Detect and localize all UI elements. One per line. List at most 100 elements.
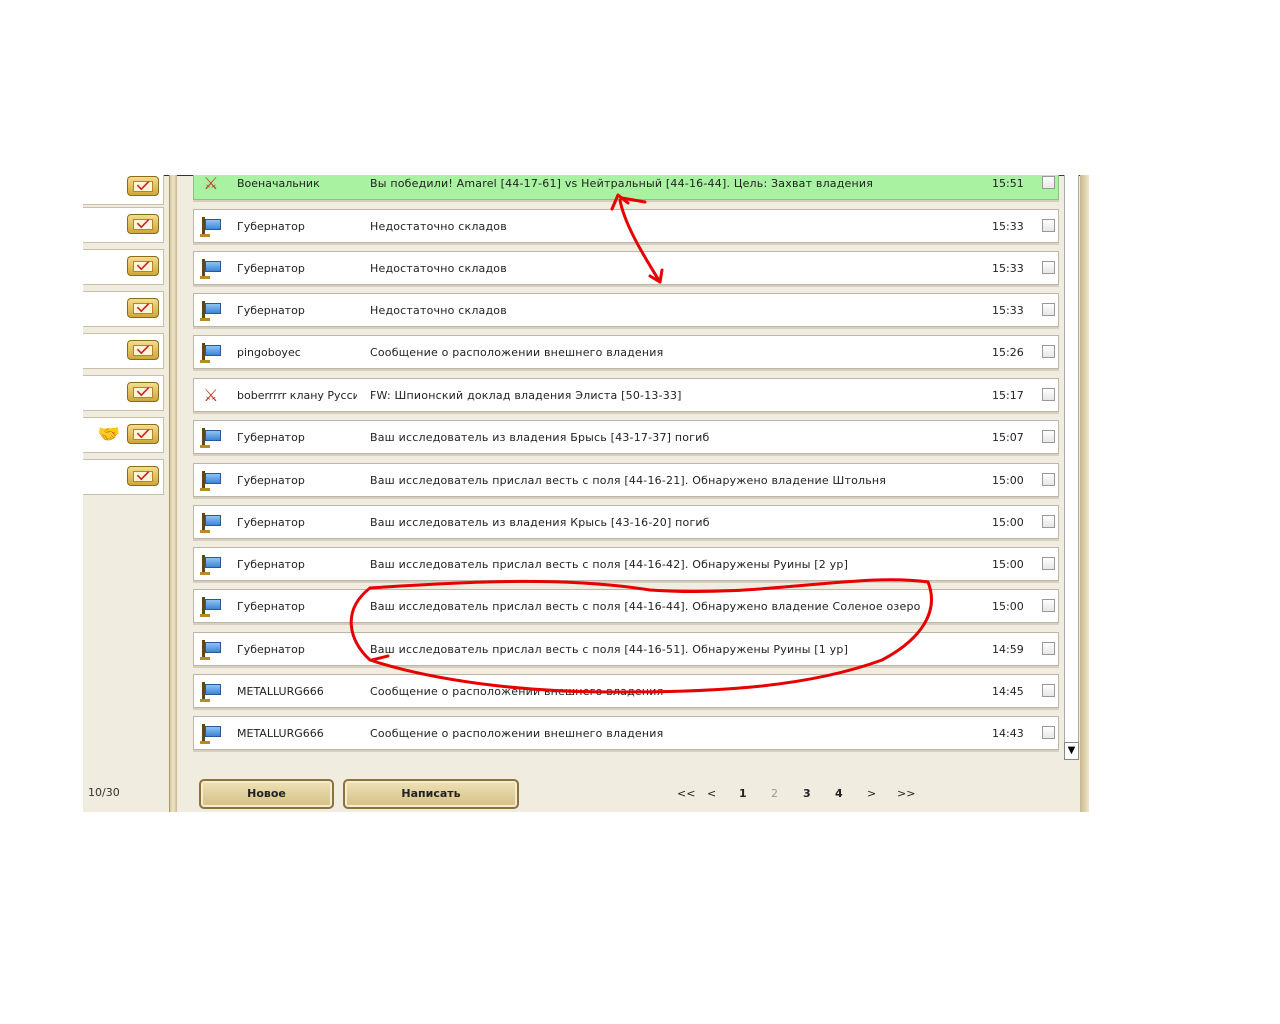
message-checkbox[interactable] [1042,684,1055,697]
left-panel-row [83,175,164,205]
message-sender: pingoboyec [237,346,301,359]
message-sender: Губернатор [237,600,305,613]
message-subject[interactable]: Сообщение о расположении внешнего владен… [370,346,663,359]
envelope-icon[interactable] [127,466,159,486]
left-panel-row [83,291,164,327]
message-checkbox[interactable] [1042,515,1055,528]
message-sender: boberrrrr клану Русси [237,389,357,402]
message-subject[interactable]: Ваш исследователь прислал весть с поля [… [370,643,848,656]
message-subject[interactable]: FW: Шпионский доклад владения Элиста [50… [370,389,682,402]
new-message-button[interactable]: Новое сообщение [199,779,334,809]
message-sender: Губернатор [237,220,305,233]
message-time: 15:17 [992,389,1024,402]
flag-icon [200,724,222,744]
flag-icon [200,597,222,617]
pager-next[interactable]: > [867,787,876,800]
message-time: 14:43 [992,727,1024,740]
message-row[interactable]: Губернатор Ваш исследователь прислал вест… [193,632,1059,666]
message-checkbox[interactable] [1042,176,1055,189]
scrollbar[interactable] [1064,175,1079,760]
message-checkbox[interactable] [1042,599,1055,612]
message-time: 14:45 [992,685,1024,698]
message-sender: METALLURG666 [237,727,324,740]
message-checkbox[interactable] [1042,557,1055,570]
envelope-icon[interactable] [127,176,159,196]
message-checkbox[interactable] [1042,473,1055,486]
left-panel: 🤝 [83,175,165,812]
message-time: 15:07 [992,431,1024,444]
message-time: 15:00 [992,600,1024,613]
message-subject[interactable]: Ваш исследователь прислал весть с поля [… [370,600,921,613]
message-checkbox[interactable] [1042,642,1055,655]
message-row[interactable]: Губернатор Недостаточно складов 15:33 [193,251,1059,285]
message-checkbox[interactable] [1042,261,1055,274]
message-sender: Губернатор [237,431,305,444]
message-row[interactable]: pingoboyec Сообщение о расположении внешн… [193,335,1059,369]
message-checkbox[interactable] [1042,726,1055,739]
message-time: 15:51 [992,177,1024,190]
message-row[interactable]: Губернатор Недостаточно складов 15:33 [193,209,1059,243]
pager-prev[interactable]: < [707,787,716,800]
envelope-icon[interactable] [127,340,159,360]
message-sender: Губернатор [237,474,305,487]
message-subject[interactable]: Ваш исследователь из владения Брысь [43-… [370,431,710,444]
envelope-icon[interactable] [127,298,159,318]
pager-page-4[interactable]: 4 [835,787,843,800]
envelope-icon[interactable] [127,214,159,234]
pager-page-1[interactable]: 1 [739,787,747,800]
envelope-icon[interactable] [127,382,159,402]
message-row[interactable]: Губернатор Ваш исследователь прислал вест… [193,547,1059,581]
message-sender: Губернатор [237,643,305,656]
message-subject[interactable]: Ваш исследователь прислал весть с поля [… [370,558,848,571]
handshake-icon: 🤝 [97,424,120,445]
message-row[interactable]: Губернатор Ваш исследователь прислал вест… [193,589,1059,623]
message-subject[interactable]: Ваш исследователь прислал весть с поля [… [370,474,886,487]
message-sender: Губернатор [237,262,305,275]
message-subject[interactable]: Недостаточно складов [370,262,507,275]
write-admin-button[interactable]: Написать администрации [343,779,519,809]
message-time: 15:33 [992,304,1024,317]
message-row[interactable]: Губернатор Недостаточно складов 15:33 [193,293,1059,327]
message-subject[interactable]: Сообщение о расположении внешнего владен… [370,727,663,740]
message-checkbox[interactable] [1042,430,1055,443]
message-subject[interactable]: Недостаточно складов [370,304,507,317]
pager-first[interactable]: << [677,787,695,800]
message-sender: Военачальник [237,177,320,190]
window-right-edge [1080,175,1089,812]
left-panel-row [83,375,164,411]
message-row[interactable]: METALLURG666 Сообщение о расположении вне… [193,674,1059,708]
scroll-down-arrow-icon[interactable]: ▼ [1064,742,1079,760]
message-subject[interactable]: Недостаточно складов [370,220,507,233]
message-subject[interactable]: Ваш исследователь из владения Крысь [43-… [370,516,710,529]
sword-icon: ⚔ [203,386,219,406]
message-row[interactable]: Губернатор Ваш исследователь прислал вест… [193,463,1059,497]
message-checkbox[interactable] [1042,303,1055,316]
message-row[interactable]: METALLURG666 Сообщение о расположении вне… [193,716,1059,750]
sword-icon: ⚔ [203,175,219,194]
envelope-icon[interactable] [127,424,159,444]
message-time: 15:00 [992,558,1024,571]
flag-icon [200,640,222,660]
message-row[interactable]: Губернатор Ваш исследователь из владения … [193,505,1059,539]
left-panel-row [83,333,164,369]
flag-icon [200,217,222,237]
flag-icon [200,343,222,363]
envelope-icon[interactable] [127,256,159,276]
pager-last[interactable]: >> [897,787,915,800]
message-subject[interactable]: Сообщение о расположении внешнего владен… [370,685,663,698]
flag-icon [200,555,222,575]
flag-icon [200,471,222,491]
pager-page-3[interactable]: 3 [803,787,811,800]
left-panel-row: 🤝 [83,417,164,453]
message-subject[interactable]: Вы победили! Amarel [44-17-61] vs Нейтра… [370,177,873,190]
message-row[interactable]: ⚔ boberrrrr клану Русси FW: Шпионский докл… [193,378,1059,412]
message-checkbox[interactable] [1042,388,1055,401]
message-checkbox[interactable] [1042,345,1055,358]
message-row[interactable]: Губернатор Ваш исследователь из владения … [193,420,1059,454]
message-checkbox[interactable] [1042,219,1055,232]
flag-icon [200,428,222,448]
message-time: 15:00 [992,516,1024,529]
message-row[interactable]: ⚔ Военачальник Вы победили! Amarel [44-17-… [193,175,1059,200]
flag-icon [200,513,222,533]
message-time: 15:33 [992,220,1024,233]
